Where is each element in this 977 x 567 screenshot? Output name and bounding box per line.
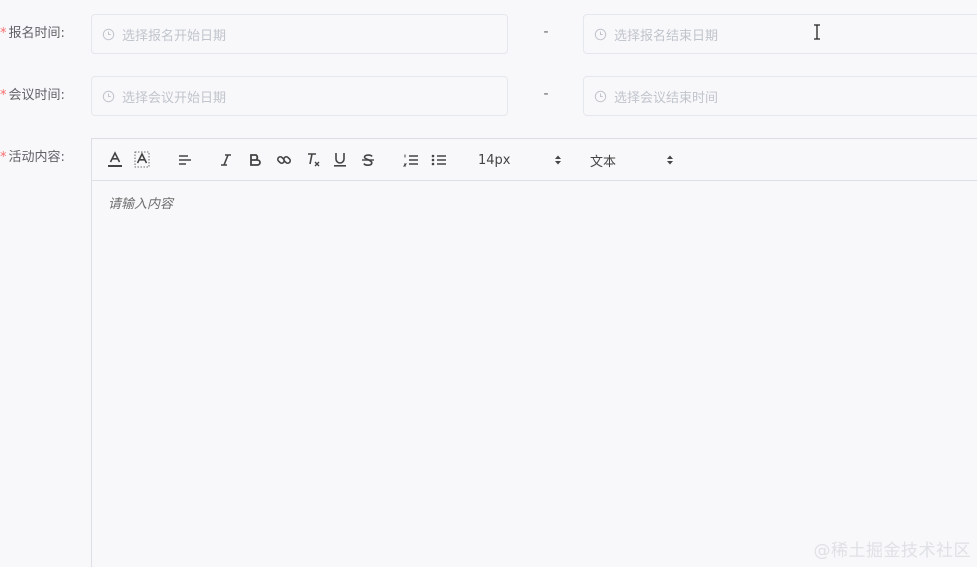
meeting-time-label: * 会议时间: [0, 88, 65, 103]
editor-placeholder: 请输入内容 [108, 197, 174, 212]
meeting-start-placeholder: 选择会议开始日期 [122, 90, 227, 106]
signup-time-label: * 报名时间: [0, 26, 65, 41]
font-color-button[interactable] [106, 149, 124, 171]
background-color-button[interactable] [133, 149, 151, 171]
strikethrough-button[interactable] [360, 149, 376, 171]
editor-content-area[interactable]: 请输入内容 [92, 181, 977, 567]
link-icon [276, 155, 292, 165]
font-color-icon [108, 151, 122, 167]
required-mark: * [0, 150, 7, 165]
rich-text-editor: 14px 文本 请输入内容 [91, 138, 977, 567]
signup-start-date-input[interactable]: 选择报名开始日期 [91, 14, 508, 54]
clock-icon [102, 90, 115, 102]
underline-button[interactable] [332, 149, 348, 171]
underline-icon [334, 153, 346, 167]
editor-toolbar: 14px 文本 [92, 139, 977, 181]
form-page: * 报名时间: 选择报名开始日期 - 选择报名结束日期 * 会议时间: 选择会议开始… [0, 0, 977, 567]
background-color-icon [134, 151, 150, 168]
meeting-end-date-input[interactable]: 选择会议结束时间 [583, 76, 977, 116]
text-cursor-icon [814, 24, 820, 40]
required-mark: * [0, 26, 7, 41]
clear-format-button[interactable] [304, 149, 322, 171]
watermark: @稀土掘金技术社区 [813, 541, 971, 561]
required-mark: * [0, 88, 7, 103]
clear-format-icon [308, 153, 320, 167]
italic-icon [221, 154, 231, 166]
clock-icon [594, 90, 607, 102]
ordered-list-icon [403, 154, 418, 167]
link-button[interactable] [275, 149, 293, 171]
header-value: 文本 [590, 154, 617, 170]
signup-end-date-input[interactable]: 选择报名结束日期 [583, 14, 977, 54]
bullet-list-icon [431, 154, 446, 166]
ordered-list-button[interactable] [403, 149, 419, 171]
clock-icon [594, 28, 607, 40]
meeting-end-placeholder: 选择会议结束时间 [614, 90, 719, 106]
clock-icon [102, 28, 115, 40]
signup-end-placeholder: 选择报名结束日期 [614, 28, 719, 44]
activity-content-label: * 活动内容: [0, 150, 65, 165]
strikethrough-icon [362, 154, 374, 166]
bullet-list-button[interactable] [431, 149, 447, 171]
meeting-range-separator: - [543, 86, 549, 102]
signup-range-separator: - [543, 24, 549, 40]
align-button[interactable] [176, 149, 194, 171]
italic-button[interactable] [218, 149, 234, 171]
signup-start-placeholder: 选择报名开始日期 [122, 28, 227, 44]
align-icon [179, 155, 191, 165]
select-arrows-icon [667, 155, 673, 165]
select-arrows-icon [555, 155, 561, 165]
font-size-value: 14px [478, 152, 511, 168]
header-select[interactable]: 文本 [590, 149, 674, 171]
font-size-select[interactable]: 14px [478, 149, 562, 171]
meeting-start-date-input[interactable]: 选择会议开始日期 [91, 76, 508, 116]
bold-icon [250, 154, 261, 166]
bold-button[interactable] [247, 149, 263, 171]
